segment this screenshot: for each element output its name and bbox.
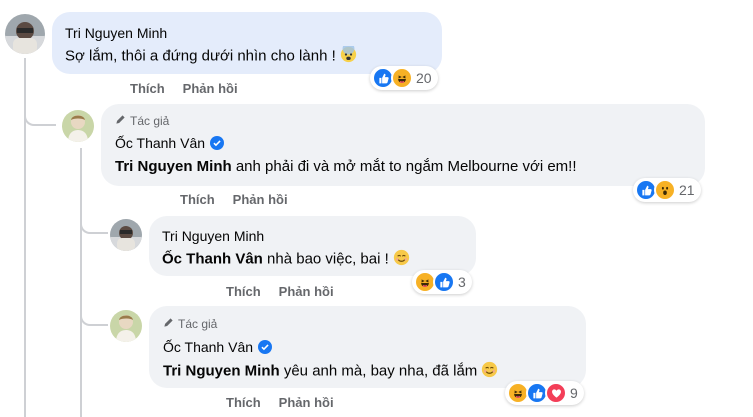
like-button[interactable]: Thích: [226, 395, 261, 410]
comment-text: Tri Nguyen Minh yêu anh mà, bay nha, đã …: [163, 361, 498, 382]
reply-button[interactable]: Phản hồi: [279, 284, 334, 299]
comment-actions: Thích Phản hồi: [130, 81, 238, 96]
thread-line: [80, 148, 82, 417]
smiling-face-icon: [393, 249, 410, 270]
reply-button[interactable]: Phản hồi: [279, 395, 334, 410]
thread-connector: [80, 214, 108, 234]
reaction-summary[interactable]: 9: [505, 381, 584, 405]
comment-actions: Thích Phản hồi: [180, 192, 288, 207]
wow-icon: [654, 179, 676, 201]
thread-connector: [24, 104, 56, 126]
fearful-face-icon: [340, 42, 357, 67]
verified-badge-icon: [210, 136, 225, 150]
thread-connector: [80, 300, 108, 326]
mention-link[interactable]: Tri Nguyen Minh: [163, 362, 280, 379]
reaction-count: 20: [416, 70, 432, 86]
pencil-icon: [115, 114, 126, 128]
smiling-face-icon: [481, 361, 498, 382]
reaction-summary[interactable]: 20: [370, 66, 438, 90]
comment-actions: Thích Phản hồi: [226, 284, 334, 299]
avatar[interactable]: [62, 110, 94, 142]
comment-bubble: Tri Nguyen Minh Sợ lắm, thôi a đứng dưới…: [52, 12, 442, 74]
reaction-summary[interactable]: 3: [412, 270, 472, 294]
reply-button[interactable]: Phản hồi: [183, 81, 238, 96]
comment-author[interactable]: Tri Nguyen Minh: [162, 228, 264, 244]
verified-badge-icon: [258, 340, 273, 354]
love-icon: [545, 382, 567, 404]
like-button[interactable]: Thích: [226, 284, 261, 299]
comment-bubble: Tri Nguyen Minh Ốc Thanh Vân nhà bao việ…: [149, 216, 476, 276]
avatar[interactable]: [5, 14, 45, 54]
reaction-count: 21: [679, 182, 695, 198]
reaction-count: 9: [570, 385, 578, 401]
author-badge: Tác giả: [178, 317, 218, 331]
haha-icon: [391, 67, 413, 89]
comment-text: Sợ lắm, thôi a đứng dưới nhìn cho lành !: [65, 42, 357, 67]
comment-author[interactable]: Ốc Thanh Vân: [115, 135, 205, 151]
mention-link[interactable]: Tri Nguyen Minh: [115, 158, 232, 175]
comment-text: Tri Nguyen Minh anh phải đi và mở mắt to…: [115, 158, 577, 175]
avatar[interactable]: [110, 310, 142, 342]
comment-author[interactable]: Tri Nguyen Minh: [65, 25, 167, 41]
mention-link[interactable]: Ốc Thanh Vân: [162, 250, 263, 267]
comment-text: Ốc Thanh Vân nhà bao việc, bai !: [162, 249, 410, 270]
comment-actions: Thích Phản hồi: [226, 395, 334, 410]
author-badge: Tác giả: [130, 114, 170, 128]
like-button[interactable]: Thích: [130, 81, 165, 96]
comment-author[interactable]: Ốc Thanh Vân: [163, 339, 253, 355]
like-button[interactable]: Thích: [180, 192, 215, 207]
comment-bubble: Tác giả Ốc Thanh Vân Tri Nguyen Minh yêu…: [149, 306, 586, 388]
reply-button[interactable]: Phản hồi: [233, 192, 288, 207]
pencil-icon: [163, 317, 174, 331]
like-icon: [433, 271, 455, 293]
reaction-summary[interactable]: 21: [633, 178, 701, 202]
comment-bubble: Tác giả Ốc Thanh Vân Tri Nguyen Minh anh…: [101, 104, 705, 186]
reaction-count: 3: [458, 274, 466, 290]
avatar[interactable]: [110, 219, 142, 251]
